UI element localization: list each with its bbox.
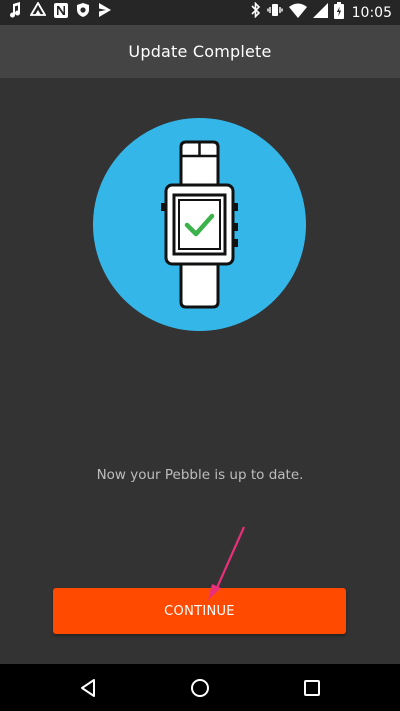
app-bar: Update Complete xyxy=(0,25,400,78)
back-icon xyxy=(81,679,95,697)
notification-icons xyxy=(8,1,112,23)
continue-label: CONTINUE xyxy=(164,603,235,619)
home-icon xyxy=(191,679,209,697)
navigation-bar xyxy=(0,664,400,711)
music-note-icon xyxy=(8,2,22,23)
page-title: Update Complete xyxy=(128,42,272,61)
photos-icon xyxy=(29,1,47,23)
update-complete-screen: 10:05 Update Complete Now your Pebble is… xyxy=(0,0,400,711)
status-bar: 10:05 xyxy=(0,0,400,25)
vibrate-icon xyxy=(266,2,283,23)
bluetooth-icon xyxy=(251,1,261,23)
status-time: 10:05 xyxy=(351,4,392,21)
update-message: Now your Pebble is up to date. xyxy=(96,467,304,483)
recents-icon xyxy=(304,680,320,696)
wifi-icon xyxy=(288,3,307,23)
illustration xyxy=(92,118,307,331)
home-button[interactable] xyxy=(188,676,212,700)
send-icon xyxy=(98,2,112,23)
recents-button[interactable] xyxy=(300,676,324,700)
watch-check-icon xyxy=(93,118,306,331)
signal-icon xyxy=(312,2,328,23)
system-icons: 10:05 xyxy=(251,1,392,24)
battery-icon xyxy=(333,1,344,24)
continue-button[interactable]: CONTINUE xyxy=(53,588,346,634)
shield-icon xyxy=(76,2,90,23)
n-notification-icon xyxy=(54,2,68,23)
back-button[interactable] xyxy=(76,676,100,700)
